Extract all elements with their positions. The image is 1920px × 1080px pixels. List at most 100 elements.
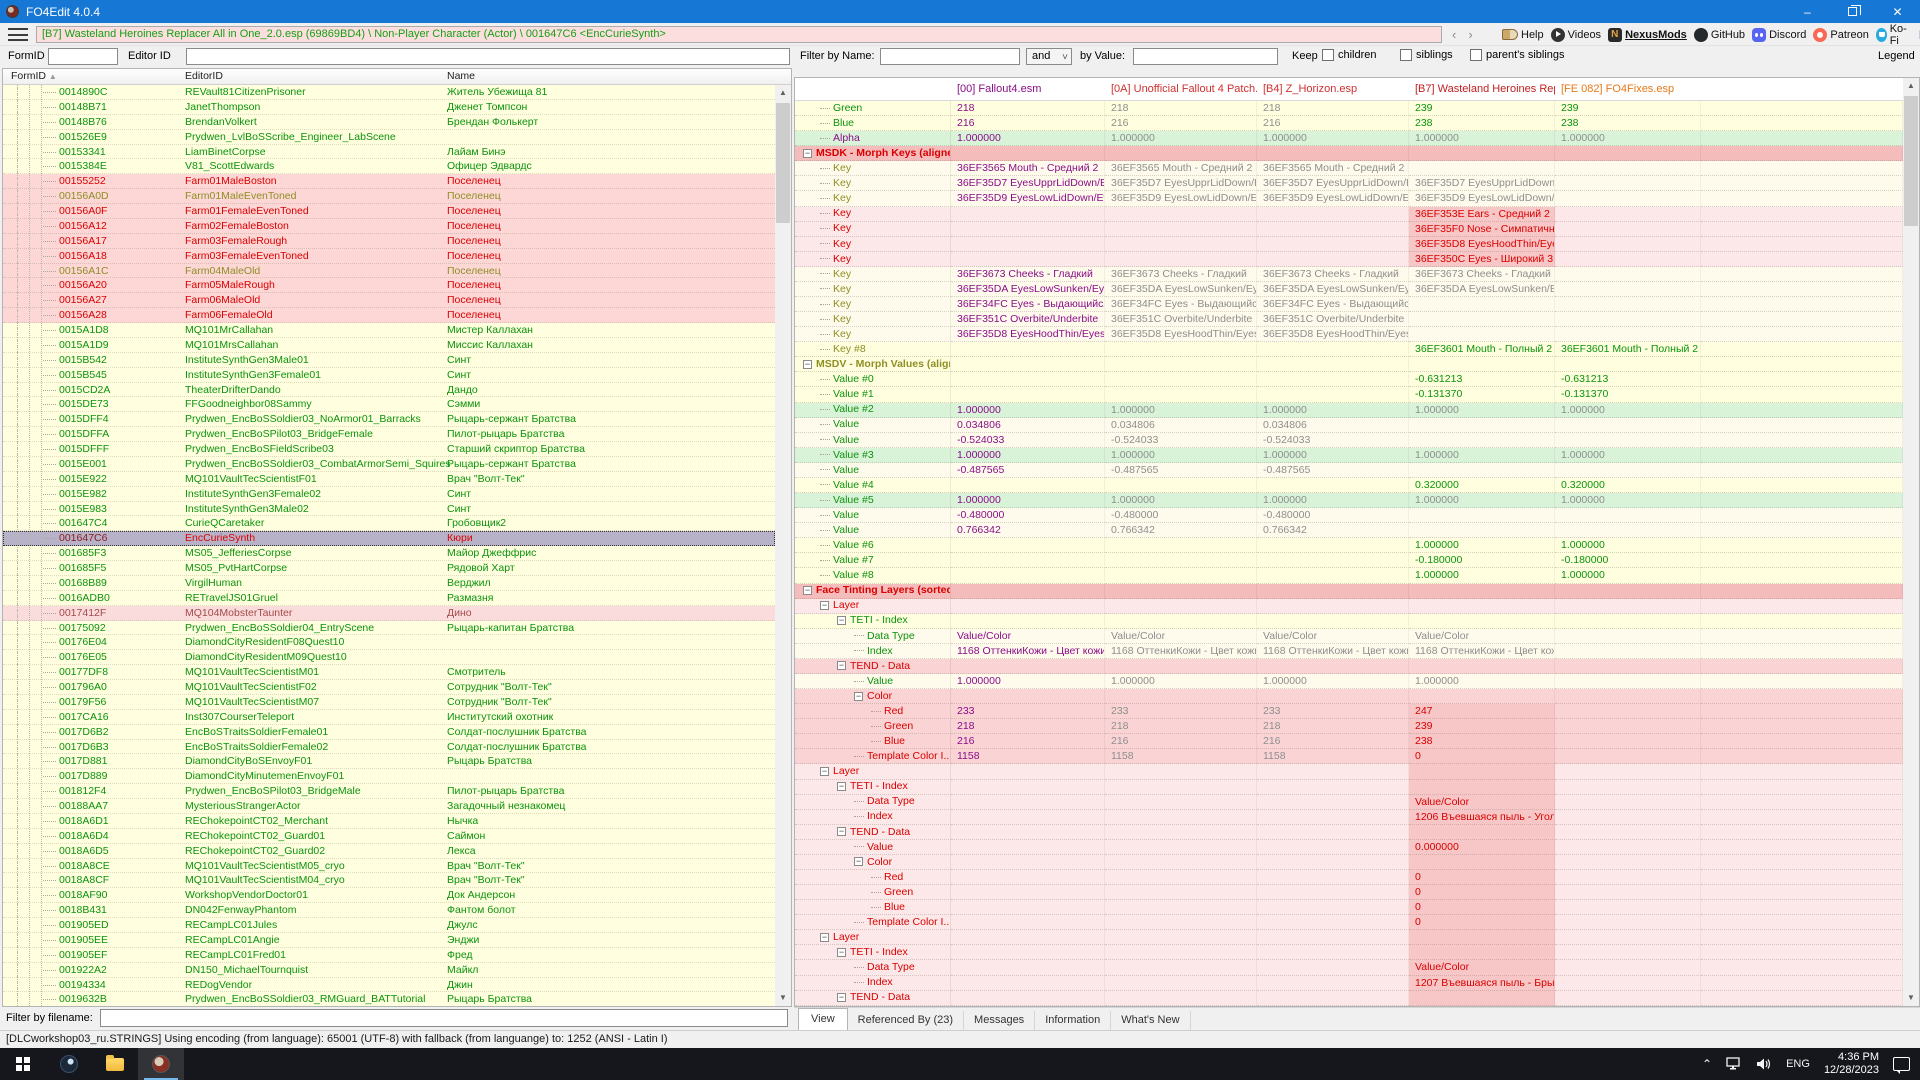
table-row[interactable]: 00156A0DFarm01MaleEvenTonedПоселенец <box>3 189 775 204</box>
record-node-row[interactable]: −MSDV - Morph Values (align... <box>795 357 1903 372</box>
record-field-row[interactable]: Key36EF353E Ears - Средний 2 <box>795 207 1903 222</box>
cell-plugin-value[interactable]: Value/Color <box>1105 629 1257 644</box>
cell-plugin-value[interactable] <box>1409 659 1555 674</box>
cell-plugin-value[interactable]: 1.000000 <box>1409 493 1555 508</box>
cell-plugin-value[interactable]: 1.000000 <box>951 448 1105 463</box>
cell-plugin-value[interactable] <box>1555 900 1701 915</box>
cell-plugin-value[interactable] <box>951 553 1105 568</box>
table-row[interactable]: 0018A6D4REChokepointCT02_Guard01Саймон <box>3 829 775 844</box>
cell-plugin-value[interactable] <box>1409 945 1555 960</box>
collapse-icon[interactable]: − <box>803 586 812 595</box>
cell-plugin-value[interactable]: 0.766342 <box>1105 523 1257 538</box>
toolbar-link-nexusmods[interactable]: NexusMods <box>1608 28 1687 42</box>
close-button[interactable]: ✕ <box>1875 0 1920 23</box>
cell-plugin-value[interactable] <box>1257 584 1409 599</box>
filter-by-name-input[interactable] <box>880 48 1020 65</box>
cell-plugin-value[interactable]: 1.000000 <box>1409 568 1555 583</box>
taskbar-button-explorer[interactable] <box>92 1048 138 1080</box>
cell-plugin-value[interactable] <box>1257 810 1409 825</box>
cell-plugin-value[interactable]: 0.000000 <box>1409 840 1555 855</box>
tab-messages[interactable]: Messages <box>964 1011 1035 1030</box>
cell-plugin-value[interactable] <box>1555 463 1701 478</box>
maximize-button[interactable] <box>1830 0 1875 23</box>
cell-plugin-value[interactable]: 238 <box>1409 116 1555 131</box>
cell-plugin-value[interactable] <box>1105 357 1257 372</box>
cell-plugin-value[interactable] <box>1105 146 1257 161</box>
cell-plugin-value[interactable] <box>1257 478 1409 493</box>
nav-back-icon[interactable]: ‹ <box>1452 27 1456 42</box>
cell-plugin-value[interactable] <box>1555 749 1701 764</box>
collapse-icon[interactable]: − <box>837 616 846 625</box>
cell-plugin-value[interactable] <box>1555 674 1701 689</box>
table-row[interactable]: 0015E983InstituteSynthGen3Male02Синт <box>3 502 775 517</box>
record-field-row[interactable]: Value0.0348060.0348060.034806 <box>795 418 1903 433</box>
table-row[interactable]: 001685F3MS05_JefferiesCorpseМайор Джеффр… <box>3 546 775 561</box>
cell-plugin-value[interactable] <box>1257 689 1409 704</box>
cell-plugin-value[interactable]: 1168 ОттенкиКожи - Цвет кожи <box>1105 644 1257 659</box>
record-field-row[interactable]: Value #1-0.131370-0.131370 <box>795 387 1903 402</box>
cell-plugin-value[interactable] <box>1555 161 1701 176</box>
cell-plugin-value[interactable]: 1.000000 <box>1555 493 1701 508</box>
record-field-row[interactable]: Data TypeValue/Color <box>795 960 1903 975</box>
table-row[interactable]: 001922A2DN150_MichaelTournquistМайкл <box>3 963 775 978</box>
nav-forward-icon[interactable]: › <box>1468 27 1472 42</box>
cell-plugin-value[interactable]: 36EF35DA EyesLowSunken/EyesL... <box>1105 282 1257 297</box>
cell-plugin-value[interactable]: 1.000000 <box>1555 448 1701 463</box>
cell-plugin-value[interactable] <box>1105 976 1257 991</box>
cell-plugin-value[interactable]: 1.000000 <box>1105 448 1257 463</box>
filter-filename-input[interactable] <box>100 1009 788 1027</box>
cell-plugin-value[interactable] <box>1555 297 1701 312</box>
cell-plugin-value[interactable]: 1.000000 <box>1257 674 1409 689</box>
table-row[interactable]: 0018A6D1REChokepointCT02_MerchantНычка <box>3 814 775 829</box>
record-field-row[interactable]: Value #40.3200000.320000 <box>795 478 1903 493</box>
cell-plugin-value[interactable]: -0.631213 <box>1409 372 1555 387</box>
cell-plugin-value[interactable]: 1.000000 <box>951 674 1105 689</box>
cell-plugin-value[interactable] <box>1409 780 1555 795</box>
cell-plugin-value[interactable] <box>1409 161 1555 176</box>
table-row[interactable]: 0017CA16Inst307CourserTeleportИнститутск… <box>3 710 775 725</box>
cell-plugin-value[interactable] <box>1409 433 1555 448</box>
cell-plugin-value[interactable] <box>1257 945 1409 960</box>
plugin-column-header[interactable]: [FE 082] FO4Fixes.esp <box>1555 83 1701 95</box>
cell-plugin-value[interactable] <box>1555 704 1701 719</box>
cell-plugin-value[interactable]: 216 <box>951 116 1105 131</box>
cell-plugin-value[interactable] <box>951 840 1105 855</box>
collapse-icon[interactable]: − <box>837 993 846 1002</box>
cell-plugin-value[interactable] <box>1257 976 1409 991</box>
cell-plugin-value[interactable] <box>951 976 1105 991</box>
plugin-column-header[interactable]: [B7] Wasteland Heroines Replacer... <box>1409 83 1555 95</box>
collapse-icon[interactable]: − <box>803 360 812 369</box>
cell-plugin-value[interactable]: 36EF35DA EyesLowSunken/EyesL... <box>1409 282 1555 297</box>
record-field-row[interactable]: Value #0-0.631213-0.631213 <box>795 372 1903 387</box>
cell-plugin-value[interactable]: 1.000000 <box>1105 493 1257 508</box>
cell-plugin-value[interactable] <box>951 372 1105 387</box>
cell-plugin-value[interactable] <box>951 478 1105 493</box>
cell-plugin-value[interactable] <box>1409 297 1555 312</box>
cell-plugin-value[interactable]: 36EF35D8 EyesHoodThin/EyesHo... <box>951 327 1105 342</box>
cell-plugin-value[interactable] <box>1555 825 1701 840</box>
record-field-row[interactable]: Value #61.0000001.000000 <box>795 538 1903 553</box>
cell-plugin-value[interactable] <box>1555 915 1701 930</box>
table-row[interactable]: 0014890CREVault81CitizenPrisonerЖитель У… <box>3 85 775 100</box>
cell-plugin-value[interactable] <box>1555 976 1701 991</box>
record-field-row[interactable]: Key #836EF3601 Mouth - Полный 236EF3601 … <box>795 342 1903 357</box>
table-row[interactable]: 0015384EV81_ScottEdwardsОфицер Эдвардс <box>3 159 775 174</box>
tab-referenced-by-23-[interactable]: Referenced By (23) <box>848 1011 964 1030</box>
cell-plugin-value[interactable] <box>1105 870 1257 885</box>
table-row[interactable]: 00194334REDogVendorДжин <box>3 978 775 993</box>
cell-plugin-value[interactable] <box>1257 930 1409 945</box>
cell-plugin-value[interactable] <box>1105 222 1257 237</box>
cell-plugin-value[interactable] <box>1409 463 1555 478</box>
toolbar-link-discord[interactable]: Discord <box>1752 28 1806 42</box>
cell-plugin-value[interactable]: 216 <box>1257 734 1409 749</box>
cell-plugin-value[interactable]: 218 <box>1105 101 1257 116</box>
cell-plugin-value[interactable]: -0.487565 <box>951 463 1105 478</box>
table-row[interactable]: 0019632BPrydwen_EncBoSSoldier03_RMGuard_… <box>3 992 775 1006</box>
cell-plugin-value[interactable] <box>1257 885 1409 900</box>
cell-plugin-value[interactable]: 239 <box>1409 719 1555 734</box>
cell-plugin-value[interactable]: 36EF3673 Cheeks - Гладкий <box>1257 267 1409 282</box>
cell-plugin-value[interactable]: 1158 <box>1105 749 1257 764</box>
table-row[interactable]: 00156A18Farm03FemaleEvenTonedПоселенец <box>3 249 775 264</box>
record-field-row[interactable]: Red233233233247 <box>795 704 1903 719</box>
cell-plugin-value[interactable]: 1.000000 <box>1105 131 1257 146</box>
